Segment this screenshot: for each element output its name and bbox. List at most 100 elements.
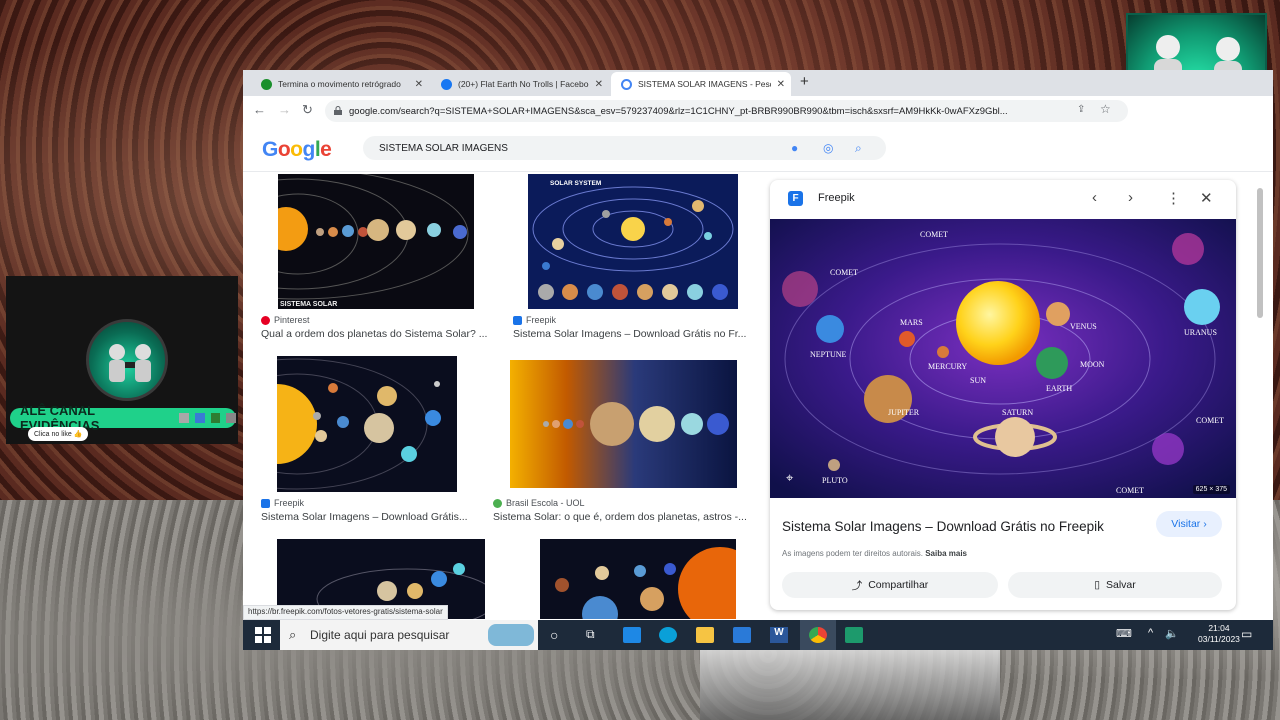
word-icon[interactable]: W [770,627,788,643]
search-input[interactable]: SISTEMA SOLAR IMAGENS ● ◎ ⌕ [363,136,886,160]
close-icon[interactable]: ✕ [777,79,785,90]
solar-system-thumbnail: SOLAR SYSTEM [532,180,734,300]
close-icon[interactable]: ✕ [1200,189,1213,207]
mail-icon[interactable] [623,627,641,643]
next-icon[interactable]: › [1128,189,1133,206]
lens-icon[interactable]: ◎ [823,141,833,155]
preview-image[interactable]: COMET COMET MARS VENUS NEPTUNE MERCURY S… [770,219,1236,498]
thumbnail-caption: SISTEMA SOLAR [280,301,337,308]
illustration-label: JUPITER [888,408,920,417]
keyboard-icon[interactable]: ⌨ [1116,627,1134,643]
clock-date: 03/11/2023 [1198,634,1240,644]
rights-text: As imagens podem ter direitos autorais. [782,549,923,558]
tab-google-search[interactable]: SISTEMA SOLAR IMAGENS - Pesquisa Google … [611,72,791,96]
file-explorer-icon[interactable] [696,627,714,643]
like-prompt: Clica no like 👍 [28,427,89,441]
result-title[interactable]: Qual a ordem dos planetas do Sistema Sol… [261,328,493,340]
task-view-icon[interactable]: ⧉ [586,627,604,643]
lock-icon [334,106,342,115]
share-button[interactable]: ⤴ Compartilhar [782,572,998,598]
google-logo[interactable]: Google [262,138,332,162]
preview-source[interactable]: Freepik [818,192,855,204]
taskbar: ⌕ Digite aqui para pesquisar ○ ⧉ W ⌨ ^ 🔈… [243,620,1273,650]
illustration-label: COMET [830,268,858,277]
scrollbar[interactable] [1256,180,1264,620]
scroll-thumb[interactable] [1257,188,1263,318]
bookmark-star-icon[interactable]: ☆ [1100,102,1111,116]
cortana-icon[interactable]: ○ [550,627,568,643]
previous-icon[interactable]: ‹ [1092,189,1097,206]
result-source: Freepik [513,315,556,325]
solar-system-thumbnail [555,547,736,619]
windows-start-icon[interactable] [254,627,272,643]
square-icon [210,413,221,423]
illustration-label: VENUS [1070,322,1097,331]
bookmark-icon: ▯ [1094,579,1100,591]
close-icon[interactable]: ✕ [415,79,423,90]
microphone-icon[interactable]: ● [791,141,798,155]
search-icon[interactable]: ⌕ [855,141,862,156]
tab-strip: Termina o movimento retrógrado ✕ (20+) F… [243,70,1273,96]
edge-icon[interactable] [659,627,677,643]
tab-title: Termina o movimento retrógrado [278,79,401,89]
illustration-label: URANUS [1184,328,1217,337]
facebook-icon [441,78,452,90]
solar-system-thumbnail [543,402,729,446]
result-image[interactable]: SOLAR SYSTEM [528,174,738,309]
save-button[interactable]: ▯ Salvar [1008,572,1222,598]
source-label: Brasil Escola - UOL [506,498,585,508]
channel-name-pill: ALÊ CANAL EVIDÊNCIAS [10,403,237,433]
store-icon[interactable] [733,627,751,643]
clock[interactable]: 21:04 03/11/2023 [1198,623,1240,645]
pinterest-icon [261,315,270,325]
tab-facebook[interactable]: (20+) Flat Earth No Trolls | Facebook ✕ [431,72,609,96]
preview-title[interactable]: Sistema Solar Imagens – Download Grátis … [782,519,1104,534]
illustration-label: NEPTUNE [810,350,847,359]
reload-icon[interactable]: ↻ [302,102,313,118]
result-image[interactable] [510,360,737,488]
source-label: Freepik [526,315,557,325]
illustration-label: SATURN [1002,408,1033,417]
learn-more-link[interactable]: Saiba mais [925,549,967,558]
lens-search-icon[interactable]: ⌖ [786,470,802,486]
image-preview-panel: F Freepik ‹ › ⋮ ✕ COMET COMET MARS VENUS… [770,180,1236,610]
share-label: Compartilhar [868,579,929,591]
illustration-label: COMET [1196,416,1224,425]
shark-icon [488,624,534,646]
illustration-label: MOON [1080,360,1105,369]
close-icon[interactable]: ✕ [595,79,603,90]
green-circle-icon [261,78,272,90]
chevron-up-icon[interactable]: ^ [1148,627,1166,643]
app-icon[interactable] [845,627,863,643]
new-tab-button[interactable]: + [800,73,809,90]
illustration-label: EARTH [1046,384,1072,393]
more-options-icon[interactable]: ⋮ [1166,189,1181,207]
freepik-icon [261,498,270,508]
notifications-icon[interactable]: ▭ [1241,627,1259,643]
image-size: 625 × 375 [1192,485,1230,494]
back-icon[interactable]: ← [253,102,266,117]
volume-icon[interactable]: 🔈 [1165,627,1183,643]
url-text: google.com/search?q=SISTEMA+SOLAR+IMAGEN… [349,105,1008,117]
clock-time: 21:04 [1208,623,1230,633]
freepik-icon: F [788,191,803,206]
share-icon[interactable]: ⇪ [1077,104,1085,115]
visit-button[interactable]: Visitar › [1156,511,1222,537]
thumbnail-caption: SOLAR SYSTEM [550,180,601,187]
address-bar[interactable]: google.com/search?q=SISTEMA+SOLAR+IMAGEN… [325,100,1128,122]
result-source: Freepik [261,498,304,508]
taskbar-search-input[interactable]: ⌕ Digite aqui para pesquisar [280,620,538,650]
illustration-label: MARS [900,318,923,327]
tab-termina[interactable]: Termina o movimento retrógrado ✕ [251,72,429,96]
chrome-icon[interactable] [809,627,827,643]
result-image[interactable] [277,356,457,492]
result-title[interactable]: Sistema Solar: o que é, ordem dos planet… [493,511,753,523]
browser-window: Termina o movimento retrógrado ✕ (20+) F… [243,70,1273,622]
forward-icon[interactable]: → [278,102,291,117]
result-image[interactable]: SISTEMA SOLAR [278,174,474,309]
result-title[interactable]: Sistema Solar Imagens – Download Grátis.… [261,511,475,523]
channel-overlay: ALÊ CANAL EVIDÊNCIAS Clica no like 👍 [6,276,238,444]
square-icon [179,413,189,423]
result-image[interactable] [540,539,736,619]
result-title[interactable]: Sistema Solar Imagens – Download Grátis … [513,328,753,340]
